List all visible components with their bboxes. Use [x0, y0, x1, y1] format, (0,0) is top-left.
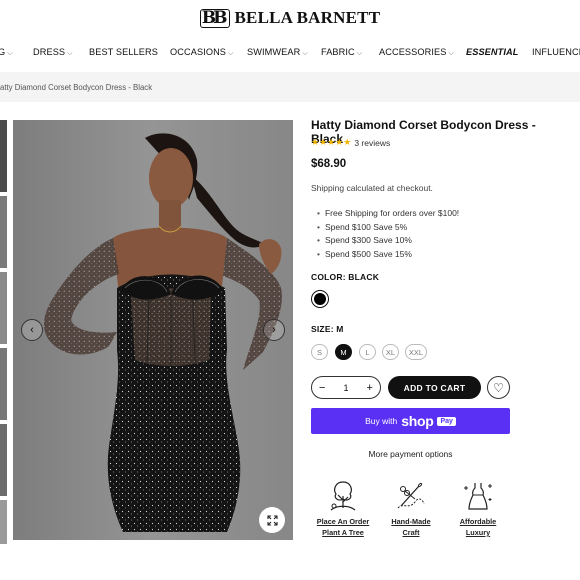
breadcrumb[interactable]: atty Diamond Corset Bodycon Dress - Blac…	[0, 83, 152, 92]
dress-sparkle-icon	[464, 483, 492, 510]
shop-pay-logo: shop	[401, 413, 434, 429]
feature-line-1: Place An Order	[316, 517, 370, 526]
promo-item: Free Shipping for orders over $100!	[317, 208, 459, 222]
size-option-s[interactable]: S	[311, 344, 328, 360]
thumbnail-6[interactable]	[0, 500, 7, 544]
chevron-right-icon: ›	[272, 324, 276, 336]
buy-with-label: Buy with	[365, 416, 398, 426]
prev-image-button[interactable]: ‹	[21, 319, 43, 341]
promo-list: Free Shipping for orders over $100! Spen…	[317, 208, 459, 262]
minus-icon[interactable]: −	[319, 382, 325, 394]
chevron-left-icon: ‹	[30, 324, 34, 336]
size-option-xl[interactable]: XL	[382, 344, 399, 360]
review-count: 3 reviews	[354, 137, 391, 148]
nav-item-best-sellers[interactable]: BEST SELLERS	[89, 47, 158, 57]
nav-item-trending[interactable]: G ⌵	[0, 47, 13, 58]
tree-icon	[330, 481, 356, 511]
thumbnail-1[interactable]	[0, 120, 7, 192]
chevron-down-icon: ⌵	[7, 50, 13, 57]
expand-icon	[266, 514, 278, 526]
thumbnail-strip	[0, 118, 7, 548]
nav-item-occasions[interactable]: OCCASIONS ⌵	[170, 47, 233, 58]
thumbnail-2[interactable]	[0, 196, 7, 268]
quantity-stepper: − 1 +	[311, 376, 381, 399]
promo-item: Spend $100 Save 5%	[317, 222, 459, 236]
plus-icon[interactable]: +	[367, 382, 373, 394]
product-price: $68.90	[311, 158, 347, 170]
size-label: SIZE: M	[311, 324, 344, 334]
feature-line-1: Affordable	[459, 517, 497, 526]
product-info: Hatty Diamond Corset Bodycon Dress - Bla…	[311, 118, 566, 537]
thumbnail-3[interactable]	[0, 272, 7, 344]
sewing-icon	[397, 482, 425, 509]
shop-pay-button[interactable]: Buy with shop Pay	[311, 408, 510, 434]
product-rating[interactable]: ★★★★★ 3 reviews	[311, 137, 390, 148]
zoom-button[interactable]	[259, 507, 285, 533]
feature-line-1: Hand-Made	[391, 517, 431, 526]
chevron-down-icon: ⌵	[356, 50, 363, 57]
shipping-note: Shipping calculated at checkout.	[311, 183, 433, 193]
chevron-down-icon: ⌵	[302, 50, 308, 57]
main-nav: G ⌵ DRESS ⌵ BEST SELLERS OCCASIONS ⌵ SWIMWE…	[0, 42, 580, 64]
feature-plant-tree[interactable]: Place An Order Plant A Tree	[308, 478, 378, 538]
wishlist-button[interactable]: ♡	[487, 376, 510, 399]
add-to-cart-button[interactable]: ADD TO CART	[388, 376, 481, 399]
feature-affordable-luxury[interactable]: Affordable Luxury	[443, 478, 513, 538]
feature-line-2: Craft	[402, 528, 420, 537]
thumbnail-4[interactable]	[0, 348, 7, 420]
promo-item: Spend $300 Save 10%	[317, 235, 459, 249]
next-image-button[interactable]: ›	[263, 319, 285, 341]
quantity-value[interactable]: 1	[343, 383, 348, 393]
brand-logo[interactable]: BB BELLA BARNETT	[199, 8, 381, 28]
star-rating-icon: ★★★★★	[311, 137, 352, 147]
nav-item-influencer[interactable]: INFLUENCER	[532, 47, 580, 57]
size-option-xxl[interactable]: XXL	[405, 344, 427, 360]
brand-name: BELLA BARNETT	[234, 8, 381, 27]
feature-line-2: Plant A Tree	[322, 528, 364, 537]
more-payment-options-link[interactable]: More payment options	[311, 449, 510, 459]
thumbnail-5[interactable]	[0, 424, 7, 496]
feature-handmade[interactable]: Hand-Made Craft	[376, 478, 446, 538]
product-image-gallery[interactable]: ‹ ›	[13, 120, 293, 540]
color-label: COLOR: BLACK	[311, 272, 380, 282]
nav-item-dress[interactable]: DRESS ⌵	[33, 47, 73, 58]
nav-item-essential[interactable]: ESSENTIAL	[466, 47, 518, 57]
feature-line-2: Luxury	[465, 528, 491, 537]
heart-icon: ♡	[493, 380, 504, 395]
nav-item-swimwear[interactable]: SWIMWEAR ⌵	[247, 47, 308, 58]
product-photo	[13, 120, 293, 540]
size-option-l[interactable]: L	[359, 344, 376, 360]
chevron-down-icon: ⌵	[67, 50, 73, 57]
brand-mark-icon: BB	[199, 8, 230, 28]
size-option-m[interactable]: M	[335, 344, 352, 360]
promo-item: Spend $500 Save 15%	[317, 249, 459, 263]
pay-badge: Pay	[437, 416, 456, 426]
color-swatch-black[interactable]	[311, 290, 329, 308]
chevron-down-icon: ⌵	[448, 50, 454, 57]
nav-item-accessories[interactable]: ACCESSORIES ⌵	[379, 47, 454, 58]
nav-item-fabric[interactable]: FABRIC ⌵	[321, 47, 362, 58]
breadcrumb-bar: atty Diamond Corset Bodycon Dress - Blac…	[0, 72, 580, 102]
site-header: BB BELLA BARNETT	[0, 0, 580, 36]
chevron-down-icon: ⌵	[228, 50, 234, 57]
